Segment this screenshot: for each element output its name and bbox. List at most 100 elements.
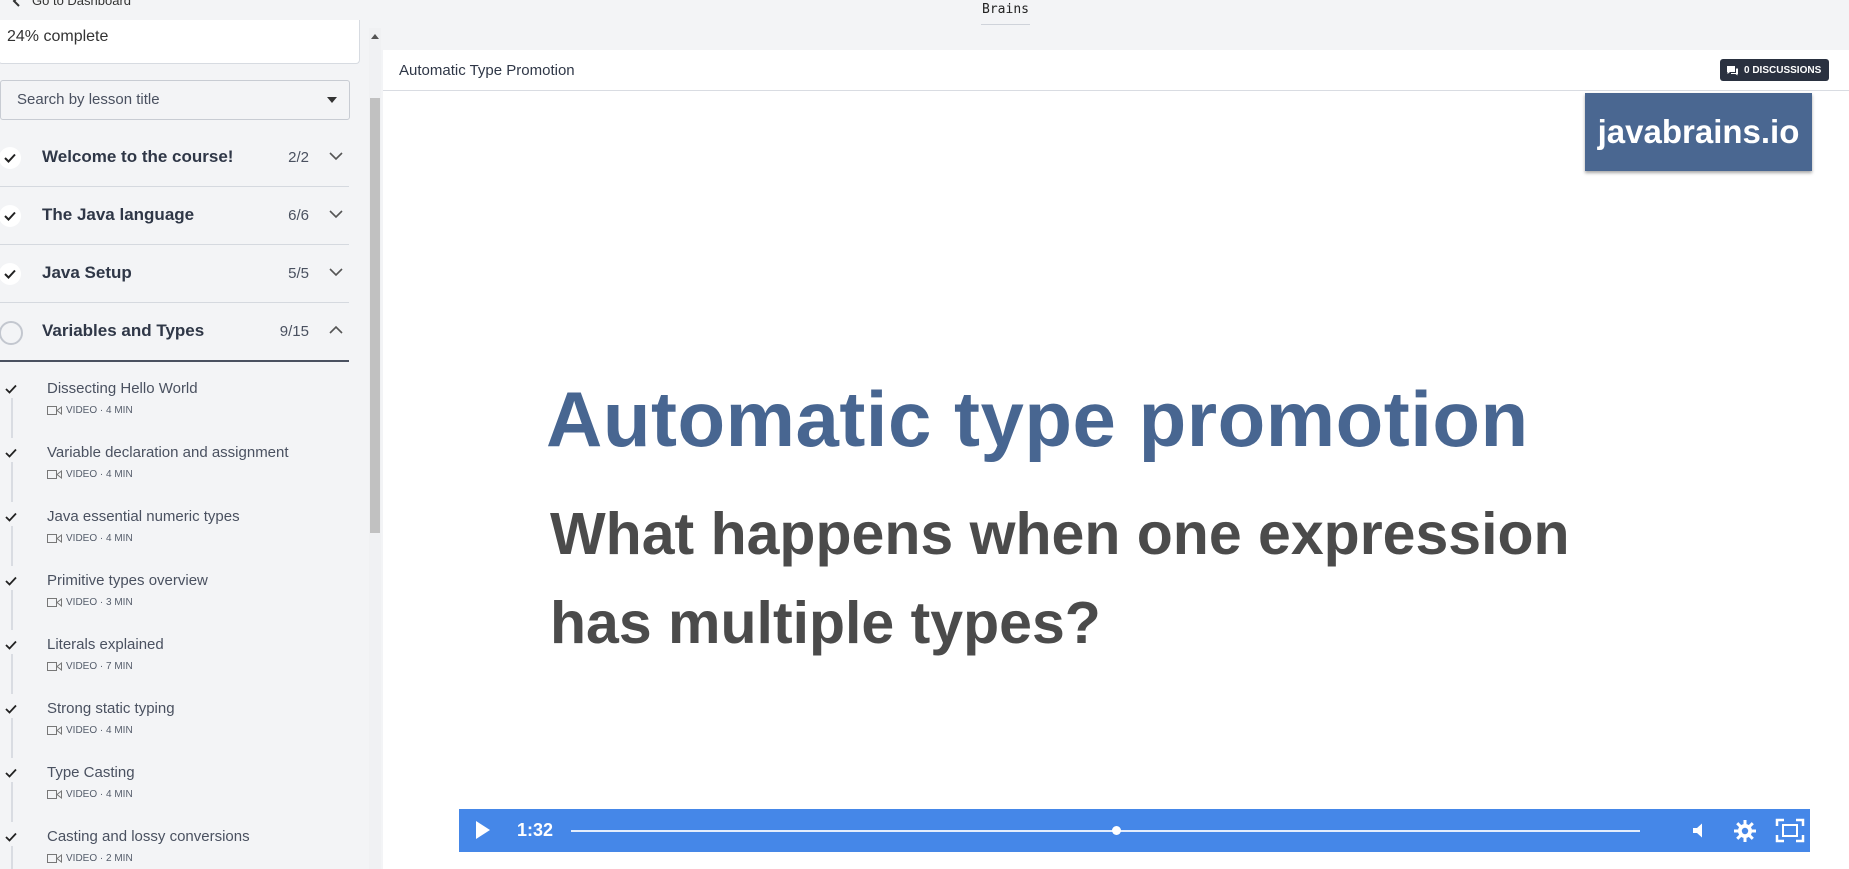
lesson-meta: VIDEO · 4 MIN <box>47 533 133 544</box>
lesson-title: Dissecting Hello World <box>47 380 198 397</box>
chat-bubbles-icon <box>1727 65 1738 75</box>
lesson-title: Type Casting <box>47 764 135 781</box>
timeline-line <box>11 526 13 566</box>
video-camera-icon <box>47 790 62 799</box>
lesson-meta-text: VIDEO · 4 MIN <box>66 725 133 736</box>
lesson-content: Automatic Type Promotion 0 DISCUSSIONS j… <box>383 50 1849 869</box>
lesson-item[interactable]: Dissecting Hello World VIDEO · 4 MIN <box>0 376 349 440</box>
section-count: 6/6 <box>288 207 309 224</box>
lesson-title: Casting and lossy conversions <box>47 828 250 845</box>
progress-ring-icon <box>0 321 23 345</box>
fullscreen-icon[interactable] <box>1775 818 1805 843</box>
slide-subtitle: What happens when one expression has mul… <box>550 490 1570 668</box>
course-sidebar: 24% complete Search by lesson title Welc… <box>0 0 370 869</box>
lesson-meta: VIDEO · 7 MIN <box>47 661 133 672</box>
video-camera-icon <box>47 854 62 863</box>
section-title: Java Setup <box>42 263 132 282</box>
section-variables-and-types[interactable]: Variables and Types 9/15 <box>0 303 349 362</box>
lesson-item[interactable]: Strong static typing VIDEO · 4 MIN <box>0 696 349 760</box>
sidebar-scrollbar[interactable] <box>369 28 381 869</box>
settings-gear-icon[interactable] <box>1733 819 1757 843</box>
timeline-line <box>11 590 13 630</box>
timeline-line <box>11 654 13 694</box>
volume-icon[interactable] <box>1690 822 1710 839</box>
lesson-meta-text: VIDEO · 4 MIN <box>66 469 133 480</box>
section-count: 2/2 <box>288 149 309 166</box>
section-title: Variables and Types <box>42 321 205 340</box>
lesson-title: Primitive types overview <box>47 572 208 589</box>
section-welcome[interactable]: Welcome to the course! 2/2 <box>0 129 349 187</box>
course-progress-text: 24% complete <box>7 28 109 45</box>
course-progress-card: 24% complete <box>0 20 360 64</box>
section-title: Welcome to the course! <box>42 147 234 166</box>
lesson-item[interactable]: Variable declaration and assignment VIDE… <box>0 440 349 504</box>
caret-down-icon <box>327 97 337 103</box>
lesson-meta-text: VIDEO · 2 MIN <box>66 853 133 864</box>
check-circle-icon <box>0 147 21 169</box>
lesson-item[interactable]: Java essential numeric types VIDEO · 4 M… <box>0 504 349 568</box>
video-camera-icon <box>47 598 62 607</box>
lesson-title: Strong static typing <box>47 700 175 717</box>
section-count: 5/5 <box>288 265 309 282</box>
timeline-line <box>11 462 13 502</box>
timeline-line <box>11 398 13 438</box>
timeline-line <box>11 782 13 822</box>
lesson-header: Automatic Type Promotion 0 DISCUSSIONS <box>383 50 1849 91</box>
check-icon <box>5 768 17 778</box>
check-icon <box>5 512 17 522</box>
lesson-title: Variable declaration and assignment <box>47 444 289 461</box>
video-player[interactable]: javabrains.io Automatic type promotion W… <box>383 92 1849 869</box>
lesson-item[interactable]: Literals explained VIDEO · 7 MIN <box>0 632 349 696</box>
check-icon <box>5 640 17 650</box>
video-camera-icon <box>47 406 62 415</box>
slide-subtitle-line: has multiple types? <box>550 590 1101 656</box>
lesson-meta-text: VIDEO · 4 MIN <box>66 789 133 800</box>
lesson-heading: Automatic Type Promotion <box>399 62 575 79</box>
video-camera-icon <box>47 470 62 479</box>
lesson-title: Literals explained <box>47 636 164 653</box>
current-time: 1:32 <box>517 820 554 840</box>
video-camera-icon <box>47 662 62 671</box>
lesson-title: Java essential numeric types <box>47 508 240 525</box>
seek-bar[interactable] <box>571 830 1640 832</box>
section-java-setup[interactable]: Java Setup 5/5 <box>0 245 349 303</box>
video-camera-icon <box>47 534 62 543</box>
lesson-meta: VIDEO · 4 MIN <box>47 469 133 480</box>
discussions-button[interactable]: 0 DISCUSSIONS <box>1720 59 1830 81</box>
scrollbar-thumb[interactable] <box>370 98 380 533</box>
chevron-down-icon <box>329 210 343 219</box>
check-circle-icon <box>0 263 21 285</box>
lesson-item[interactable]: Casting and lossy conversions VIDEO · 2 … <box>0 824 349 869</box>
play-icon[interactable] <box>476 821 490 839</box>
lesson-meta: VIDEO · 4 MIN <box>47 725 133 736</box>
check-icon <box>5 384 17 394</box>
seek-handle[interactable] <box>1111 826 1121 835</box>
section-java-language[interactable]: The Java language 6/6 <box>0 187 349 245</box>
lesson-item[interactable]: Primitive types overview VIDEO · 3 MIN <box>0 568 349 632</box>
lesson-meta-text: VIDEO · 4 MIN <box>66 405 133 416</box>
check-icon <box>5 448 17 458</box>
chevron-up-icon <box>329 325 343 334</box>
check-icon <box>5 576 17 586</box>
chevron-down-icon <box>329 268 343 277</box>
lesson-meta-text: VIDEO · 4 MIN <box>66 533 133 544</box>
check-icon <box>5 832 17 842</box>
video-camera-icon <box>47 726 62 735</box>
lesson-meta: VIDEO · 3 MIN <box>47 597 133 608</box>
watermark-logo: javabrains.io <box>1585 93 1812 171</box>
video-controls: 1:32 <box>459 809 1810 852</box>
check-icon <box>5 704 17 714</box>
timeline-line <box>11 846 13 869</box>
scroll-up-arrow-icon[interactable] <box>371 34 379 39</box>
chevron-down-icon <box>329 152 343 161</box>
lesson-meta-text: VIDEO · 7 MIN <box>66 661 133 672</box>
slide-subtitle-line: What happens when one expression <box>550 501 1570 567</box>
site-logo[interactable]: Brains <box>981 0 1030 25</box>
lesson-meta: VIDEO · 2 MIN <box>47 853 133 864</box>
section-title: The Java language <box>42 205 195 224</box>
lesson-meta-text: VIDEO · 3 MIN <box>66 597 133 608</box>
lesson-meta: VIDEO · 4 MIN <box>47 405 133 416</box>
lesson-search-dropdown[interactable]: Search by lesson title <box>0 80 350 120</box>
section-count: 9/15 <box>279 323 309 340</box>
lesson-item[interactable]: Type Casting VIDEO · 4 MIN <box>0 760 349 824</box>
